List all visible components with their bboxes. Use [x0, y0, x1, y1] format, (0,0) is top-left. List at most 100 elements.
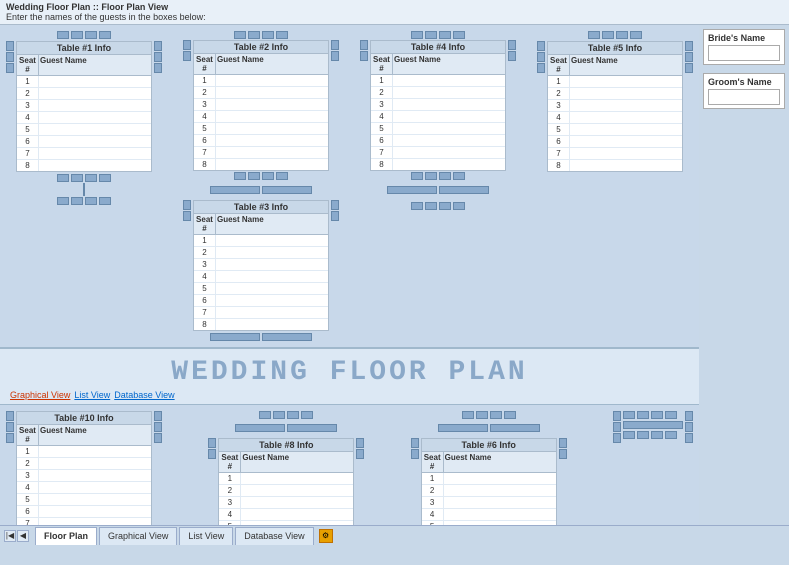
list-view-link[interactable]: List View: [74, 390, 110, 400]
table-row: 2: [17, 458, 151, 470]
table-row: 7: [194, 307, 328, 319]
guest-input[interactable]: [217, 112, 327, 122]
guest-input[interactable]: [445, 510, 555, 520]
guest-input[interactable]: [394, 136, 504, 146]
guest-input[interactable]: [242, 498, 352, 508]
seat-deco: [71, 197, 83, 205]
table-row: 4: [17, 482, 151, 494]
guest-input[interactable]: [394, 88, 504, 98]
guest-input[interactable]: [217, 160, 327, 170]
guest-input[interactable]: [40, 113, 150, 123]
tab-floor-plan[interactable]: Floor Plan: [35, 527, 97, 545]
table-row: 6: [371, 135, 505, 147]
guest-input[interactable]: [217, 296, 327, 306]
content-area: Wedding Floor Plan :: Floor Plan View En…: [0, 0, 789, 545]
tab-graphical-view[interactable]: Graphical View: [99, 527, 177, 545]
guest-input[interactable]: [394, 160, 504, 170]
guest-input[interactable]: [571, 149, 681, 159]
guest-input[interactable]: [40, 447, 150, 457]
table-row: 2: [422, 485, 556, 497]
grooms-name-input[interactable]: [708, 89, 780, 105]
guest-input[interactable]: [571, 113, 681, 123]
table-row: 3: [371, 99, 505, 111]
guest-input[interactable]: [217, 260, 327, 270]
table1-group: Table #1 Info Seat # Guest Name 1 2 3 4 …: [6, 31, 162, 205]
tab-first-btn[interactable]: |◀: [4, 530, 16, 542]
table-row: 8: [548, 160, 682, 171]
table-row: 4: [422, 509, 556, 521]
guest-input[interactable]: [40, 137, 150, 147]
table-row: 3: [194, 99, 328, 111]
guest-input[interactable]: [217, 236, 327, 246]
guest-input[interactable]: [445, 486, 555, 496]
graphical-view-link[interactable]: Graphical View: [10, 390, 70, 400]
table5-group: Table #5 Info Seat # Guest Name 1 2 3 4 …: [537, 31, 693, 172]
guest-input[interactable]: [394, 76, 504, 86]
guest-input[interactable]: [242, 486, 352, 496]
guest-input[interactable]: [217, 308, 327, 318]
guest-input[interactable]: [445, 474, 555, 484]
guest-input[interactable]: [217, 320, 327, 330]
table-row: 3: [548, 100, 682, 112]
guest-input[interactable]: [571, 77, 681, 87]
guest-input[interactable]: [217, 124, 327, 134]
guest-input[interactable]: [217, 284, 327, 294]
table-row: 1: [17, 76, 151, 88]
table-row: 8: [371, 159, 505, 170]
guest-input[interactable]: [242, 510, 352, 520]
guest-input[interactable]: [571, 89, 681, 99]
tab-list-view[interactable]: List View: [179, 527, 233, 545]
guest-input[interactable]: [40, 77, 150, 87]
guest-input[interactable]: [217, 272, 327, 282]
upper-tables: Table #1 Info Seat # Guest Name 1 2 3 4 …: [4, 29, 695, 343]
guest-input[interactable]: [394, 112, 504, 122]
guest-input[interactable]: [40, 101, 150, 111]
table-row: 1: [548, 76, 682, 88]
guest-input[interactable]: [40, 483, 150, 493]
table-row: 5: [194, 283, 328, 295]
guest-input[interactable]: [40, 161, 150, 171]
guest-input[interactable]: [40, 125, 150, 135]
guest-input[interactable]: [394, 100, 504, 110]
seat-deco: [71, 31, 83, 39]
guest-input[interactable]: [394, 148, 504, 158]
guest-input[interactable]: [571, 101, 681, 111]
guest-input[interactable]: [217, 100, 327, 110]
table-row: 4: [219, 509, 353, 521]
table-row: 5: [548, 124, 682, 136]
seat-deco: [85, 197, 97, 205]
guest-input[interactable]: [40, 471, 150, 481]
guest-input[interactable]: [217, 76, 327, 86]
guest-input[interactable]: [217, 248, 327, 258]
table4-group: Table #4 Info Seat # Guest Name 1 2 3 4: [360, 31, 516, 210]
tab-prev-btn[interactable]: ◀: [17, 530, 29, 542]
guest-input[interactable]: [217, 136, 327, 146]
guest-input[interactable]: [217, 148, 327, 158]
upper-section: Table #1 Info Seat # Guest Name 1 2 3 4 …: [0, 25, 699, 349]
guest-input[interactable]: [571, 161, 681, 171]
guest-input[interactable]: [40, 507, 150, 517]
table1-col-header: Seat # Guest Name: [17, 55, 151, 76]
guest-input[interactable]: [394, 124, 504, 134]
table-row: 4: [194, 271, 328, 283]
brides-name-input[interactable]: [708, 45, 780, 61]
tab-database-view[interactable]: Database View: [235, 527, 313, 545]
table4-info: Table #4 Info Seat # Guest Name 1 2 3 4: [370, 40, 506, 171]
view-links: Graphical View List View Database View: [10, 390, 689, 400]
table67-group: Table #6 Info Seat # Guest Name 1 2 3 4: [411, 411, 567, 540]
guest-input[interactable]: [40, 149, 150, 159]
banner-section: WEDDING FLOOR PLAN Graphical View List V…: [0, 349, 699, 405]
guest-input[interactable]: [445, 498, 555, 508]
guest-input[interactable]: [217, 88, 327, 98]
seat-deco: [83, 183, 85, 196]
guest-input[interactable]: [40, 495, 150, 505]
guest-input[interactable]: [571, 137, 681, 147]
table-row: 5: [17, 124, 151, 136]
guest-input[interactable]: [571, 125, 681, 135]
guest-input[interactable]: [40, 89, 150, 99]
tab-graphical-view-label: Graphical View: [108, 531, 168, 541]
guest-input[interactable]: [242, 474, 352, 484]
guest-input[interactable]: [40, 459, 150, 469]
seat-deco: [99, 174, 111, 182]
database-view-link[interactable]: Database View: [114, 390, 174, 400]
